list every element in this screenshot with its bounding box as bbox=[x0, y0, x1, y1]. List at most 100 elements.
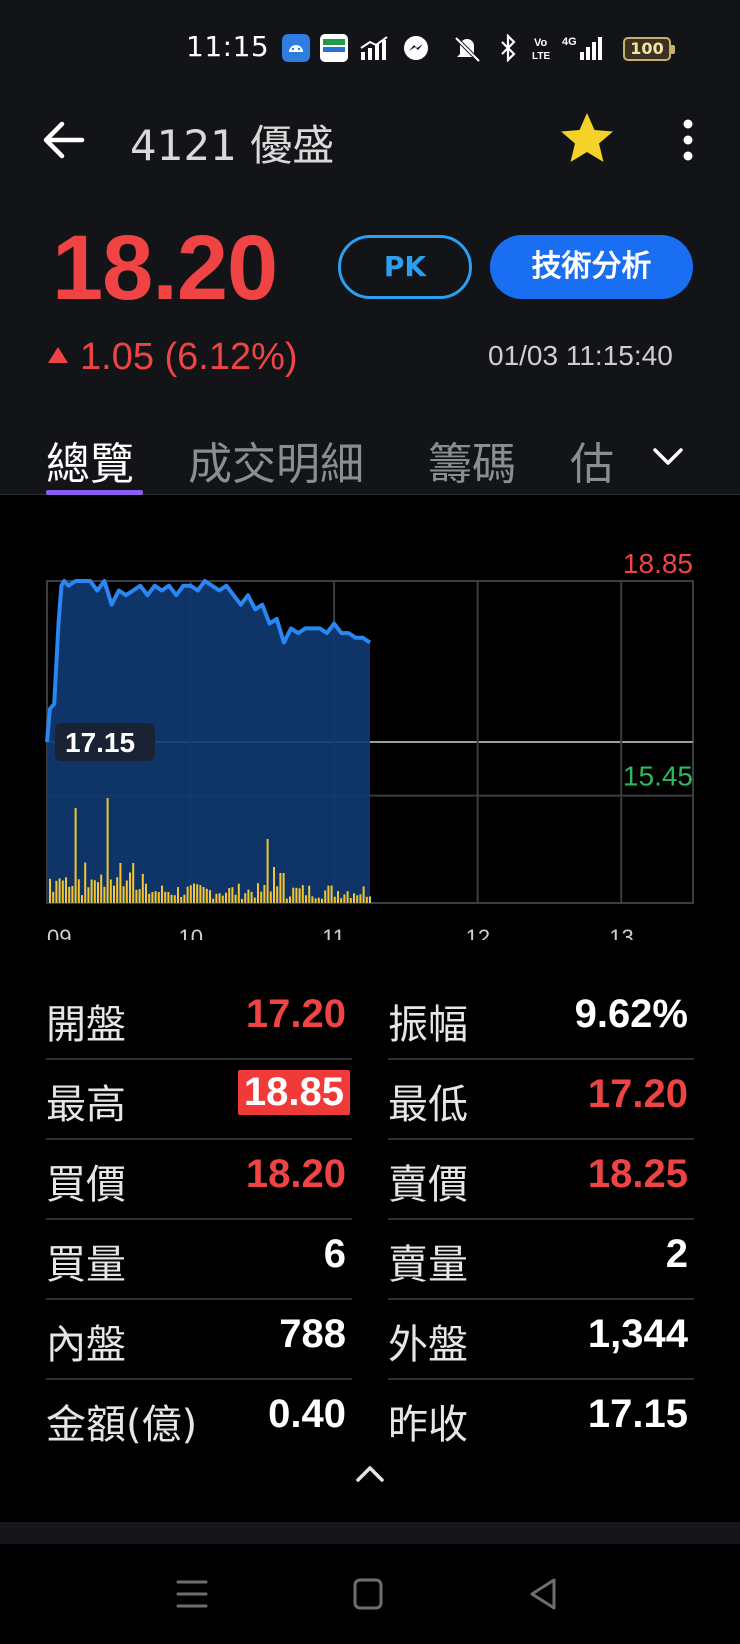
stat-value: 0.40 bbox=[268, 1392, 346, 1436]
stat-label: 金額(億) bbox=[46, 1402, 198, 1448]
volume-bar bbox=[244, 893, 247, 903]
volume-bar bbox=[301, 885, 304, 903]
intraday-chart[interactable]: 17.15 18.85 15.45 09 10 11 12 13 bbox=[0, 540, 740, 940]
tab-trade-details[interactable]: 成交明細 bbox=[188, 428, 364, 492]
volume-bar bbox=[122, 886, 125, 903]
pk-button[interactable]: PK bbox=[338, 235, 472, 299]
volume-bar bbox=[266, 839, 269, 903]
stat-bid-volume: 買量 6 bbox=[46, 1220, 352, 1300]
more-options-icon[interactable] bbox=[676, 116, 700, 164]
tab-valuation[interactable]: 估 bbox=[570, 428, 614, 492]
volume-bar bbox=[359, 894, 362, 903]
svg-text:4G: 4G bbox=[562, 36, 577, 48]
volume-bar bbox=[103, 886, 106, 903]
status-bar: 11:15 Vo LTE 4G 100 bbox=[0, 22, 740, 78]
upper-limit-label: 18.85 bbox=[623, 548, 693, 579]
stock-title: 4121 優盛 bbox=[130, 121, 335, 170]
volume-bar bbox=[349, 898, 352, 903]
stat-label: 賣量 bbox=[388, 1242, 468, 1288]
tab-bar: 總覽 成交明細 籌碼 估 bbox=[0, 418, 740, 495]
volume-bar bbox=[129, 872, 131, 903]
stat-value: 18.85 bbox=[237, 1070, 350, 1115]
volume-bar bbox=[205, 888, 208, 903]
stat-outer: 外盤 1,344 bbox=[388, 1300, 694, 1380]
stat-value: 2 bbox=[665, 1232, 688, 1276]
stat-ask: 賣價 18.25 bbox=[388, 1140, 694, 1220]
technical-analysis-button[interactable]: 技術分析 bbox=[490, 235, 693, 299]
volume-bar bbox=[269, 891, 272, 903]
battery-icon: 100 bbox=[623, 37, 675, 61]
volume-bar bbox=[167, 892, 170, 903]
volume-bar bbox=[125, 880, 128, 903]
app-header: 4121 優盛 bbox=[0, 100, 740, 180]
volume-bar bbox=[333, 896, 336, 903]
stat-label: 開盤 bbox=[46, 1002, 126, 1048]
menu-icon[interactable] bbox=[170, 1572, 214, 1616]
volume-bar bbox=[97, 882, 99, 903]
volume-bar bbox=[260, 891, 263, 903]
messenger-icon bbox=[404, 36, 428, 60]
up-triangle-icon bbox=[48, 347, 68, 363]
volume-bar bbox=[289, 896, 291, 903]
volume-bar bbox=[250, 891, 253, 903]
volume-bar bbox=[321, 898, 323, 903]
x-axis-ticks: 09 10 11 12 13 bbox=[47, 925, 634, 940]
volume-bar bbox=[362, 886, 365, 903]
volume-bar bbox=[177, 887, 179, 903]
stat-ask-volume: 賣量 2 bbox=[388, 1220, 694, 1300]
volume-bar bbox=[100, 874, 103, 903]
chevron-down-icon[interactable] bbox=[648, 436, 688, 476]
volume-bar bbox=[221, 895, 224, 903]
current-price: 18.20 bbox=[52, 217, 278, 319]
x-tick-label: 12 bbox=[466, 925, 490, 940]
volume-bar bbox=[215, 893, 218, 903]
favorite-star-icon[interactable] bbox=[558, 110, 616, 168]
stat-value: 1,344 bbox=[587, 1312, 688, 1356]
intraday-chart-svg: 17.15 18.85 15.45 09 10 11 12 13 bbox=[45, 548, 694, 940]
volume-bar bbox=[346, 891, 349, 903]
quote-timestamp: 01/03 11:15:40 bbox=[488, 340, 673, 371]
volume-bar bbox=[263, 885, 266, 903]
home-icon[interactable] bbox=[346, 1572, 390, 1616]
volume-bar bbox=[225, 892, 227, 903]
volume-bar bbox=[164, 891, 167, 903]
volume-bar bbox=[151, 892, 154, 903]
back-triangle-icon[interactable] bbox=[522, 1572, 566, 1616]
system-nav-bar bbox=[0, 1544, 740, 1644]
volume-bar bbox=[276, 886, 279, 903]
volume-bar bbox=[116, 877, 119, 903]
stat-label: 買價 bbox=[46, 1162, 126, 1208]
volume-bar bbox=[228, 888, 231, 903]
volume-bar bbox=[173, 895, 176, 903]
volume-bar bbox=[90, 879, 93, 903]
android-icon bbox=[282, 34, 310, 62]
tab-overview[interactable]: 總覽 bbox=[46, 428, 134, 492]
volume-bar bbox=[180, 896, 183, 903]
back-arrow-icon[interactable] bbox=[40, 118, 88, 162]
volume-bar bbox=[298, 888, 301, 903]
volume-bar bbox=[317, 897, 320, 903]
price-change-value: 1.05 (6.12%) bbox=[80, 336, 298, 378]
chevron-up-icon[interactable] bbox=[352, 1462, 388, 1486]
volume-bar bbox=[234, 894, 237, 903]
volume-bar bbox=[308, 885, 311, 903]
volume-bar bbox=[81, 895, 83, 903]
volume-bar bbox=[65, 877, 67, 903]
active-tab-indicator bbox=[46, 490, 143, 495]
volume-bar bbox=[257, 883, 259, 903]
volume-bar bbox=[119, 863, 122, 903]
volume-bar bbox=[71, 885, 74, 903]
volume-bar bbox=[295, 887, 298, 903]
tab-chips[interactable]: 籌碼 bbox=[428, 428, 516, 492]
stat-inner: 內盤 788 bbox=[46, 1300, 352, 1380]
stat-label: 最高 bbox=[46, 1082, 126, 1128]
stat-high: 最高 18.85 bbox=[46, 1060, 352, 1140]
stat-value: 788 bbox=[279, 1312, 346, 1356]
volume-bar bbox=[58, 878, 61, 903]
volume-bar bbox=[113, 885, 115, 903]
stat-label: 最低 bbox=[388, 1082, 468, 1128]
volume-bar bbox=[196, 884, 199, 903]
volume-bar bbox=[52, 891, 55, 903]
stat-value: 18.25 bbox=[587, 1152, 688, 1196]
stat-open: 開盤 17.20 bbox=[46, 980, 352, 1060]
